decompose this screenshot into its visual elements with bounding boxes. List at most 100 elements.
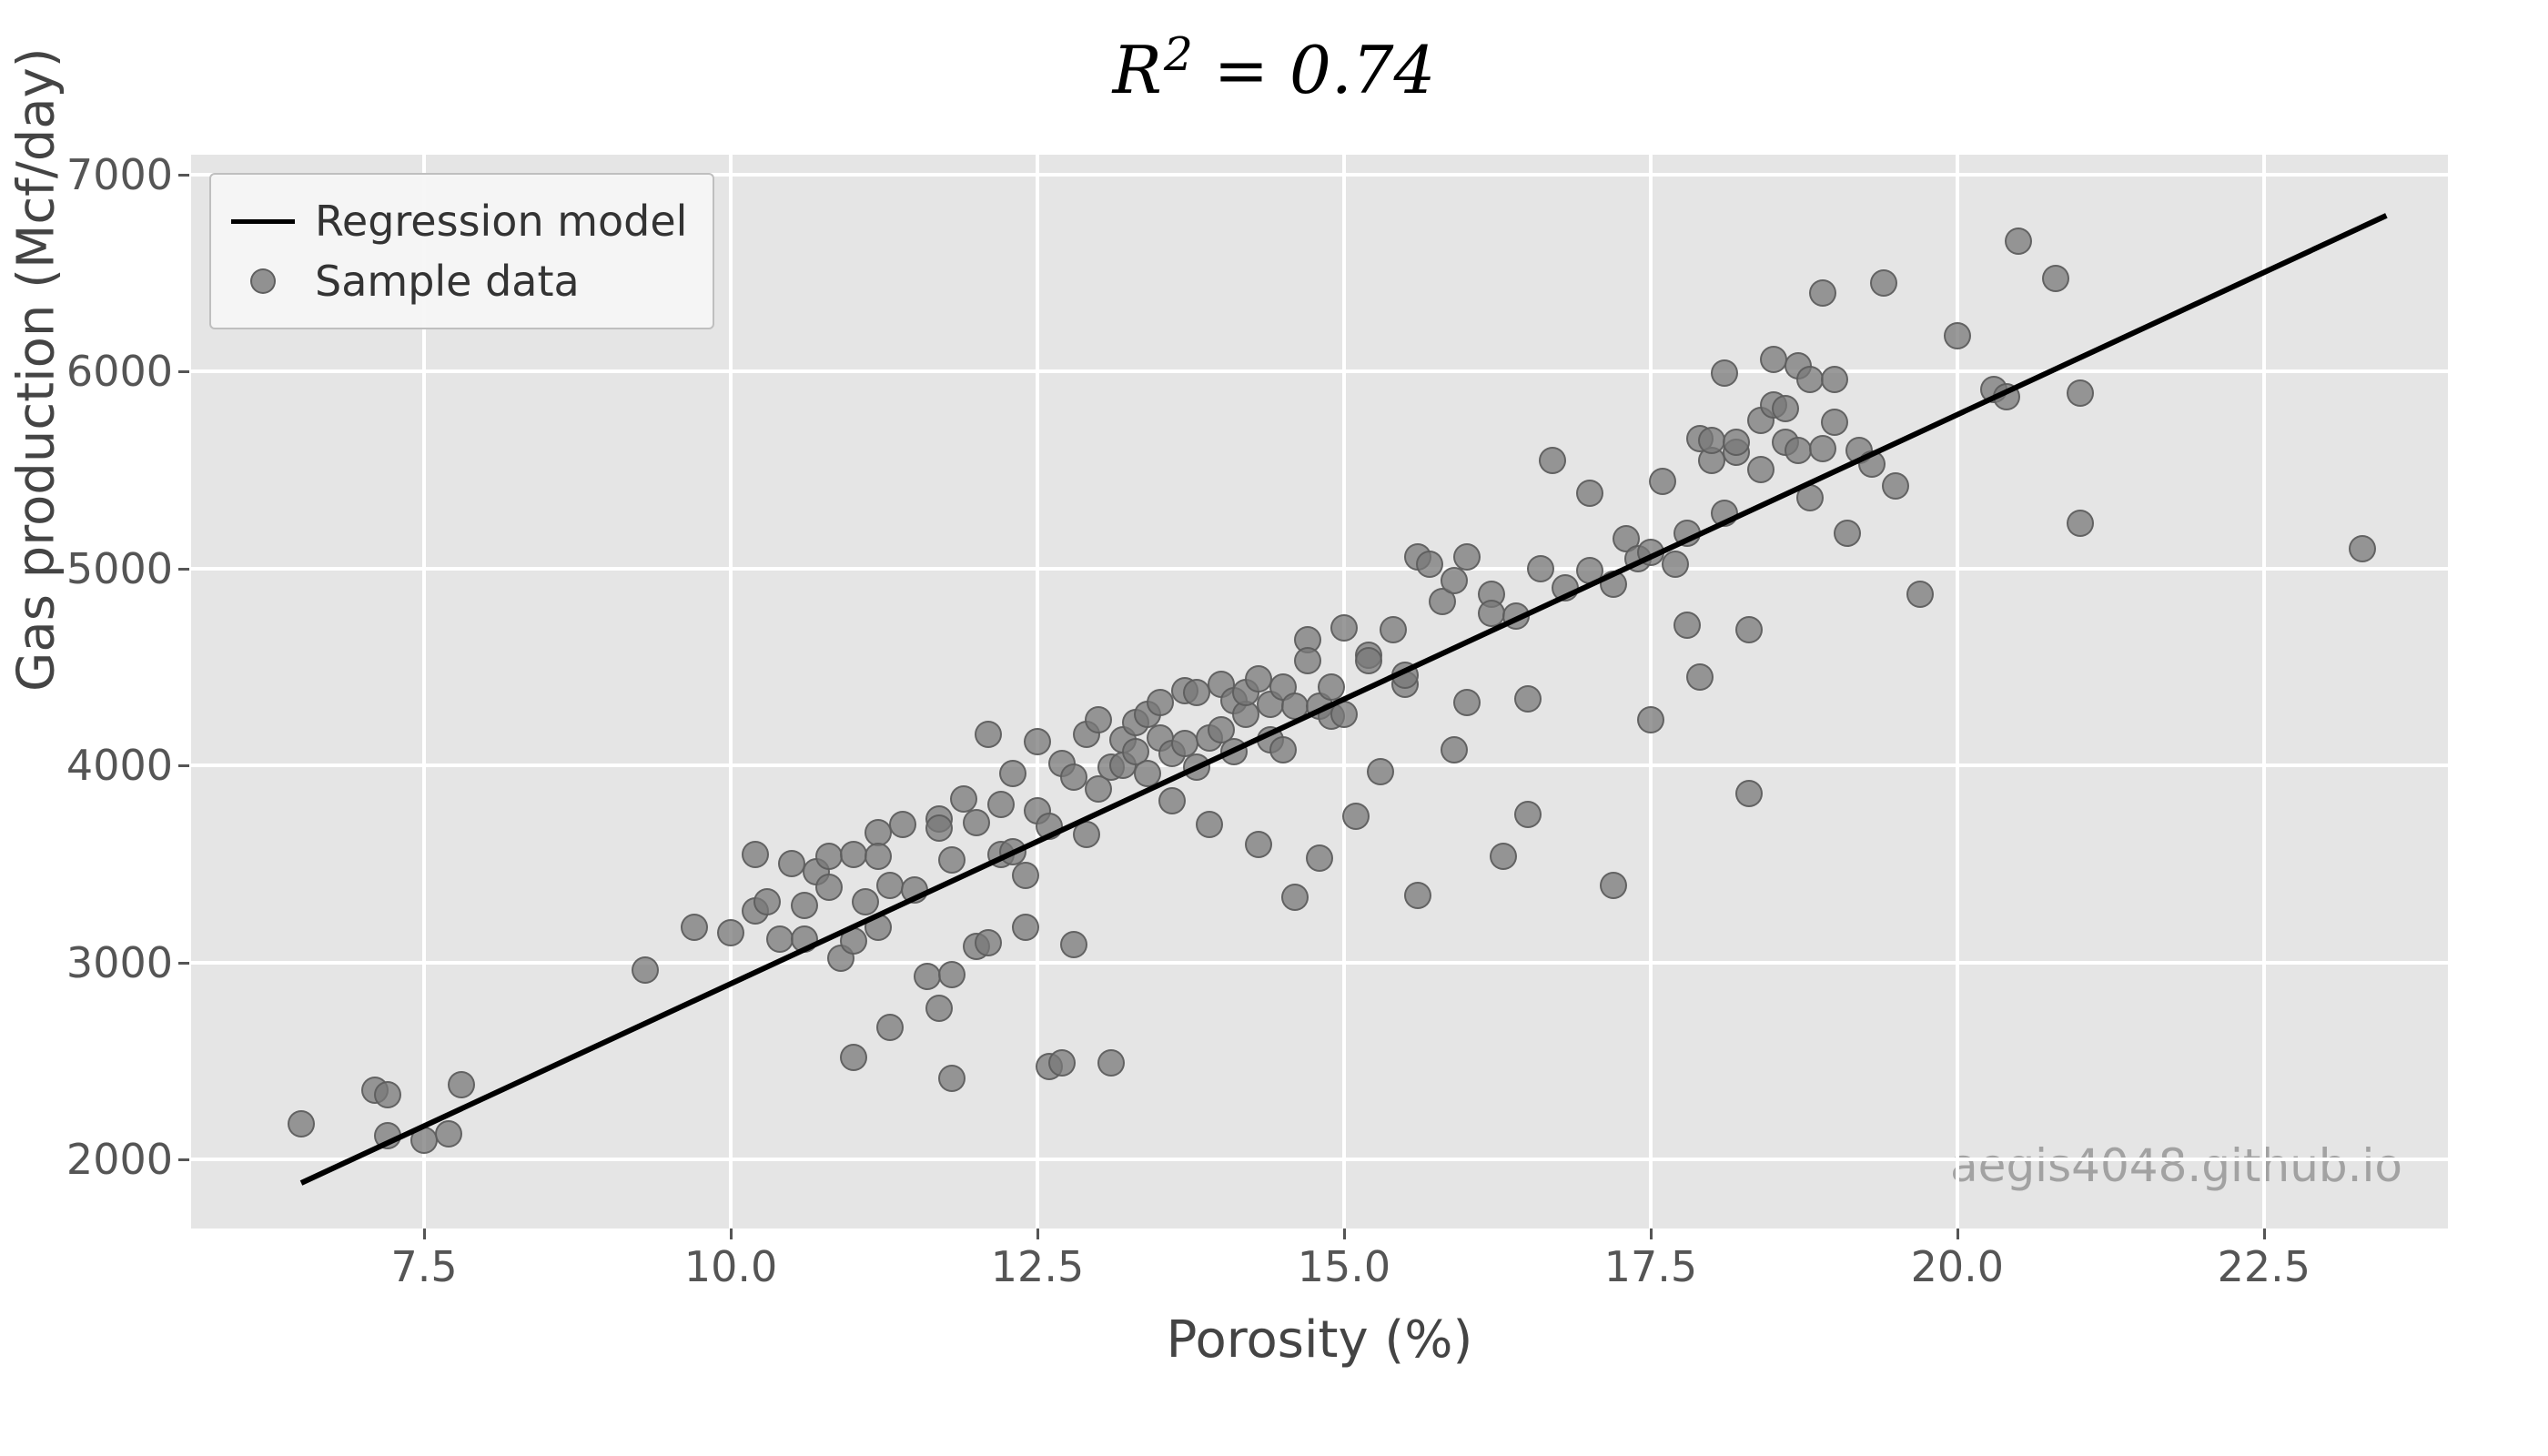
- data-point: [1085, 706, 1112, 733]
- x-tick: [1036, 1228, 1039, 1239]
- x-tick-label: 20.0: [1911, 1242, 2004, 1291]
- x-tick: [1650, 1228, 1653, 1239]
- data-point: [1686, 663, 1714, 691]
- data-point: [1870, 269, 1897, 297]
- y-tick: [178, 764, 189, 767]
- y-tick: [178, 568, 189, 571]
- data-point: [2042, 265, 2069, 292]
- y-tick: [178, 370, 189, 373]
- data-point: [632, 956, 659, 984]
- y-tick-label: 7000: [9, 150, 173, 199]
- gridline-h: [191, 763, 2448, 767]
- x-tick-label: 7.5: [391, 1242, 458, 1291]
- data-point: [2067, 379, 2094, 407]
- data-point: [876, 872, 904, 899]
- data-point: [1576, 480, 1603, 507]
- data-point: [1294, 647, 1321, 674]
- data-point: [1490, 843, 1517, 870]
- data-point: [876, 1014, 904, 1041]
- x-tick-label: 17.5: [1604, 1242, 1697, 1291]
- data-point: [1441, 567, 1468, 594]
- r2-value: 0.74: [1289, 32, 1435, 108]
- data-point: [1821, 366, 1848, 393]
- data-point: [1809, 435, 1836, 462]
- data-point: [374, 1081, 401, 1108]
- data-point: [1662, 551, 1689, 578]
- x-tick: [423, 1228, 426, 1239]
- data-point: [1796, 366, 1824, 393]
- data-point: [1944, 322, 1971, 349]
- data-point: [1637, 706, 1664, 733]
- data-point: [1245, 831, 1272, 858]
- data-point: [1060, 763, 1087, 791]
- data-point: [1281, 884, 1309, 911]
- data-point: [1097, 1049, 1125, 1077]
- data-point: [1527, 555, 1554, 582]
- scatter-figure: R2 = 0.74 Gas production (Mcf/day) Poros…: [0, 0, 2548, 1456]
- data-point: [975, 721, 1002, 748]
- data-point: [852, 888, 879, 915]
- data-point: [1367, 758, 1394, 785]
- data-point: [778, 850, 805, 877]
- chart-title: R2 = 0.74: [0, 27, 2548, 108]
- legend-line-icon: [231, 219, 295, 224]
- data-point: [1735, 780, 1763, 807]
- data-point: [1821, 409, 1848, 436]
- y-tick: [178, 1158, 189, 1161]
- legend-entry-sample: Sample data: [231, 251, 687, 311]
- data-point: [1380, 616, 1407, 643]
- data-point: [1024, 728, 1051, 755]
- data-point: [1269, 736, 1297, 763]
- data-point: [1735, 616, 1763, 643]
- data-point: [914, 963, 941, 990]
- data-point: [1760, 346, 1787, 373]
- data-point: [963, 809, 990, 836]
- legend-dot-icon: [250, 268, 276, 294]
- data-point: [288, 1110, 315, 1138]
- x-tick: [2263, 1228, 2266, 1239]
- y-tick-label: 6000: [9, 347, 173, 396]
- data-point: [938, 961, 966, 988]
- data-point: [1404, 882, 1431, 909]
- data-point: [1330, 614, 1358, 642]
- data-point: [938, 1065, 966, 1092]
- gridline-v: [1956, 155, 1959, 1228]
- watermark-text: aegis4048.github.io: [1950, 1139, 2402, 1192]
- data-point: [1539, 447, 1566, 474]
- x-tick-label: 15.0: [1298, 1242, 1390, 1291]
- y-tick-label: 2000: [9, 1135, 173, 1184]
- data-point: [1514, 685, 1542, 713]
- y-tick: [178, 174, 189, 177]
- data-point: [1158, 787, 1186, 814]
- y-tick-label: 4000: [9, 741, 173, 790]
- data-point: [1600, 872, 1627, 899]
- data-point: [1012, 862, 1039, 889]
- data-point: [2349, 535, 2376, 562]
- data-point: [742, 841, 769, 868]
- data-point: [864, 843, 892, 870]
- data-point: [1048, 1049, 1076, 1077]
- x-tick-label: 12.5: [991, 1242, 1084, 1291]
- data-point: [1906, 581, 1934, 608]
- data-point: [1834, 520, 1861, 547]
- gridline-h: [191, 1158, 2448, 1161]
- data-point: [681, 914, 708, 941]
- data-point: [1809, 279, 1836, 307]
- data-point: [840, 1044, 867, 1071]
- data-point: [448, 1071, 475, 1098]
- data-point: [435, 1120, 462, 1148]
- data-point: [753, 888, 781, 915]
- legend-entry-regression: Regression model: [231, 191, 687, 251]
- data-point: [1012, 914, 1039, 941]
- data-point: [1514, 801, 1542, 828]
- legend: Regression model Sample data: [209, 173, 714, 329]
- data-point: [1441, 736, 1468, 763]
- data-point: [889, 811, 916, 838]
- gridline-h: [191, 369, 2448, 373]
- gridline-v: [729, 155, 733, 1228]
- data-point: [1306, 844, 1333, 872]
- data-point: [938, 846, 966, 874]
- gridline-h: [191, 567, 2448, 571]
- y-tick: [178, 962, 189, 965]
- legend-label-sample: Sample data: [315, 257, 580, 306]
